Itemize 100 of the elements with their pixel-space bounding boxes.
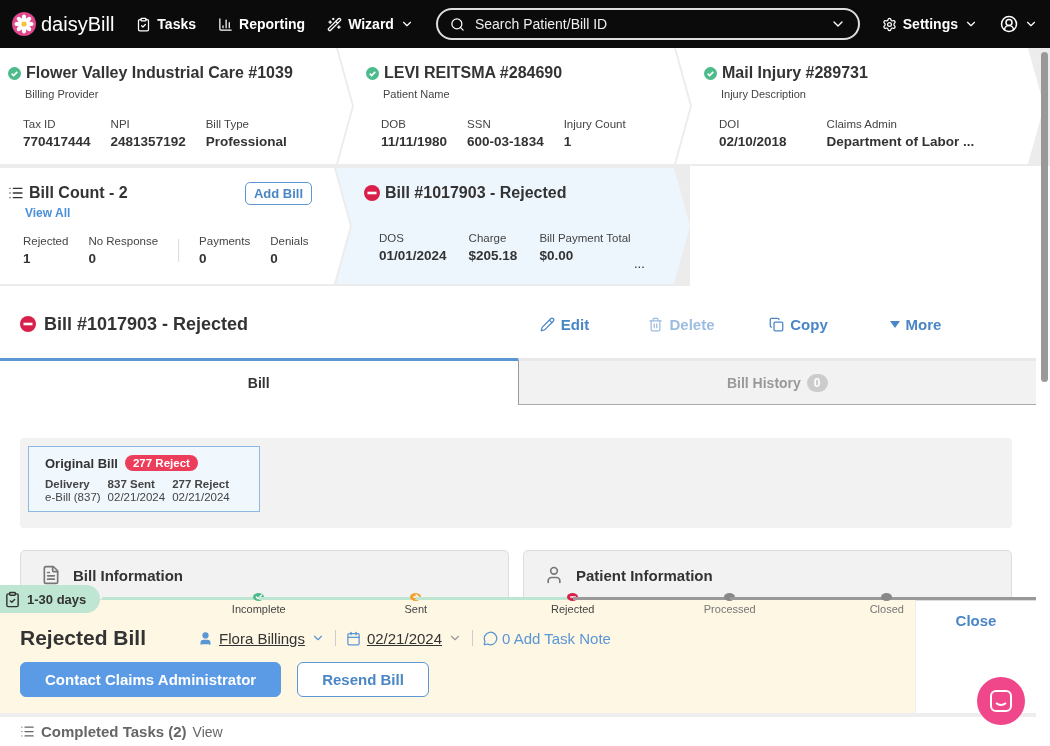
card-title: LEVI REITSMA #284690 [384, 64, 563, 82]
view-link[interactable]: View [192, 723, 223, 740]
nav-menu-item[interactable]: Tasks [136, 16, 197, 32]
toolbar-action-button[interactable]: Edit [506, 314, 623, 334]
list-icon [20, 724, 35, 739]
field-label: Tax ID [23, 118, 57, 130]
trash-icon [648, 316, 664, 332]
toolbar-action-button[interactable]: Copy [740, 314, 857, 334]
card-subtitle: Patient Name [383, 88, 451, 100]
card-title: Flower Valley Industrial Care #1039 [26, 64, 293, 82]
clipboard-check-icon [4, 590, 21, 608]
minus-circle-icon [20, 316, 36, 332]
step-label: Processed [703, 603, 756, 615]
field-value: e-Bill (837) [45, 491, 101, 503]
field-value: 01/01/2024 [379, 248, 447, 263]
field-value: 11/11/1980 [381, 134, 448, 149]
stat-label: Denials [270, 235, 309, 247]
step-label: Rejected [551, 603, 595, 615]
summary-card[interactable]: Mail Injury #289731 Injury Description DOI 02/10/2018 Claims Admin Department of Labor ... [676, 48, 1044, 164]
card-title: Bill Count - 2 [29, 184, 128, 202]
user-circle-icon [1000, 15, 1018, 33]
card-title: Bill #1017903 - Rejected [385, 184, 567, 202]
selected-bill-card[interactable]: Bill #1017903 - Rejected DOS 01/01/2024 Charge $205.18 Bill Payment Total $0.00 ... [336, 168, 690, 284]
copy-icon [769, 316, 785, 332]
bar-chart-icon [218, 16, 234, 32]
field-label: DOI [719, 118, 741, 130]
field-label: DOS [379, 232, 405, 244]
person-icon [198, 630, 214, 646]
bill-title: Bill #1017903 - Rejected [44, 313, 249, 335]
search-icon [449, 16, 465, 32]
settings-icon [881, 16, 897, 32]
assignee-dropdown[interactable]: Flora Billings [188, 629, 335, 647]
field-value: 2481357192 [110, 134, 186, 149]
task-title: Rejected Bill [20, 626, 147, 650]
status-badge: 277 Reject [124, 455, 198, 471]
stat-label: Rejected [23, 235, 69, 247]
daisy-logo-icon [12, 12, 36, 36]
field-value: 770417444 [23, 134, 91, 149]
person-icon [544, 565, 564, 585]
completed-tasks-label: Completed Tasks (2) [41, 723, 187, 740]
account-menu[interactable] [1000, 15, 1038, 33]
field-label: Delivery [45, 478, 91, 490]
clipboard-check-icon [136, 16, 152, 32]
nav-menu-item[interactable]: Wizard [327, 16, 414, 32]
field-label: SSN [467, 118, 492, 130]
field-value: $205.18 [468, 248, 518, 263]
pencil-icon [539, 316, 555, 332]
caret-icon [889, 320, 900, 328]
field-value: 02/21/2024 [107, 491, 166, 503]
field-label: DOB [381, 118, 407, 130]
stat-value: 0 [270, 251, 279, 266]
stat-label: Payments [199, 235, 251, 247]
field-label: 837 Sent [107, 478, 156, 490]
field-value: 600-03-1834 [467, 134, 544, 149]
magic-wand-icon [327, 16, 343, 32]
stat-value: 1 [23, 251, 32, 266]
section-header: Patient Information [523, 550, 1012, 600]
stat-value: 0 [199, 251, 208, 266]
field-label: NPI [110, 118, 131, 130]
nav-menu-item[interactable]: Reporting [218, 16, 306, 32]
field-value: 1 [563, 134, 573, 149]
field-value: Professional [205, 134, 287, 149]
search-field[interactable]: Search Patient/Bill ID [435, 8, 860, 40]
field-label: 277 Reject [172, 478, 230, 490]
field-label: Bill Payment Total [539, 232, 631, 244]
more-ellipsis: ... [634, 256, 645, 271]
search-input[interactable]: Search Patient/Bill ID [472, 15, 822, 33]
toolbar-action-button[interactable]: More [857, 314, 974, 334]
field-value: 02/10/2018 [719, 134, 787, 149]
task-action-button[interactable]: Resend Bill [297, 662, 429, 697]
field-label: Injury Count [563, 118, 626, 130]
step-status-dot [881, 593, 893, 601]
minus-circle-icon [364, 185, 380, 201]
step-label: Sent [404, 603, 428, 615]
card-subtitle: Injury Description [721, 88, 807, 100]
settings-menu[interactable]: Settings [881, 16, 978, 32]
card-title: Original Bill [45, 455, 118, 471]
age-badge: 1-30 days [0, 585, 101, 613]
field-label: Claims Admin [826, 118, 898, 130]
document-icon [41, 565, 61, 585]
step-label: Incomplete [231, 603, 286, 615]
field-value: Department of Labor ... [826, 134, 975, 149]
card-title: Mail Injury #289731 [722, 64, 868, 82]
field-label: Charge [468, 232, 508, 244]
field-value: 02/21/2024 [172, 491, 230, 503]
list-icon [8, 185, 24, 201]
summary-card[interactable]: Flower Valley Industrial Care #1039 Billing Provider Tax ID 770417444 NPI 2481357192 Bill Type Professional [0, 48, 352, 164]
stat-label: No Response [88, 235, 159, 247]
original-bill-card[interactable]: Original Bill 277 Reject Delivery e-Bill (837) 837 Sent 02/21/2024 277 Reject 02/21/2024 [28, 446, 260, 512]
chat-icon [990, 690, 1012, 712]
field-label: Bill Type [205, 118, 250, 130]
summary-card[interactable]: LEVI REITSMA #284690 Patient Name DOB 11/11/1980 SSN 600-03-1834 Injury Count 1 [338, 48, 690, 164]
date-dropdown[interactable]: 02/21/2024 [335, 629, 472, 647]
scrollbar[interactable] [1041, 52, 1048, 382]
close-link[interactable]: Close [949, 609, 1003, 631]
card-subtitle: Billing Provider [25, 88, 100, 100]
logo-text: daisyBill [41, 12, 115, 36]
stat-value: 0 [88, 251, 97, 266]
add-bill-button[interactable]: Add Bill [244, 182, 312, 205]
step-label: Closed [869, 603, 904, 615]
